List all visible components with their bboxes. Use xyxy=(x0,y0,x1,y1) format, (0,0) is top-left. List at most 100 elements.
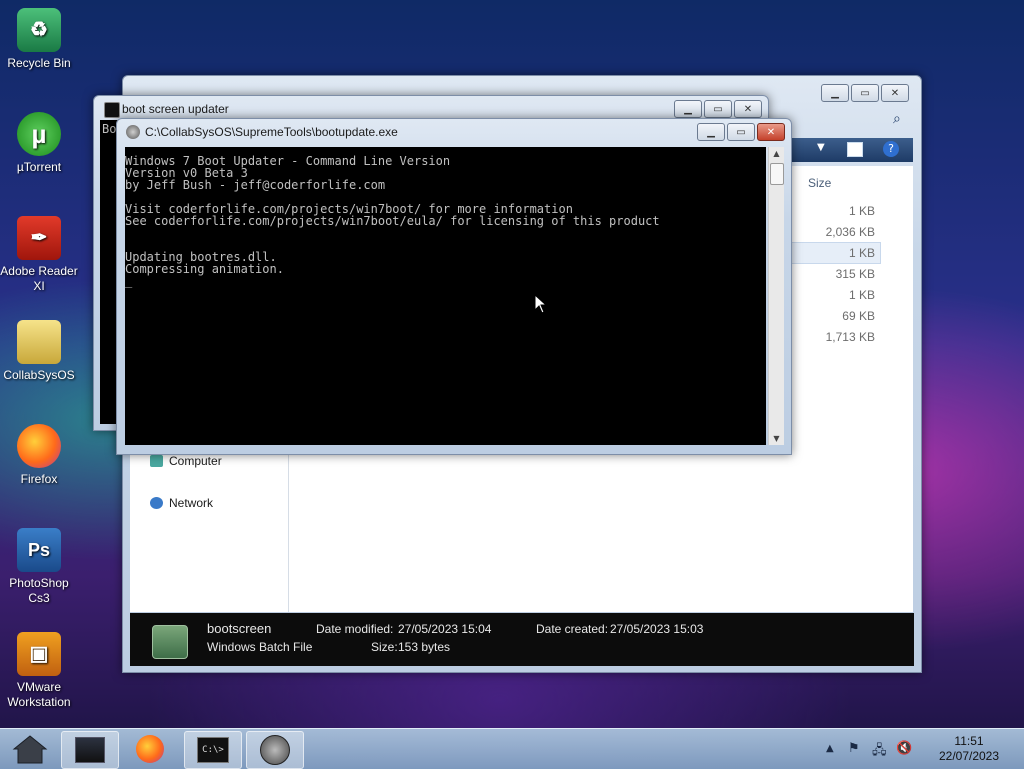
home-icon xyxy=(12,735,48,764)
date-created-value: 27/05/2023 15:03 xyxy=(610,622,704,636)
console-output[interactable]: Windows 7 Boot Updater - Command Line Ve… xyxy=(125,147,766,445)
console-line: _ xyxy=(125,274,133,288)
desktop-icon-label: VMware Workstation xyxy=(7,680,71,709)
console-text: Bo xyxy=(102,122,117,136)
taskbar-file-explorer[interactable] xyxy=(61,731,119,769)
navigation-pane: Computer Network xyxy=(130,446,289,612)
show-hidden-icons-icon[interactable]: ▲ xyxy=(826,743,834,754)
maximize-button[interactable]: ▭ xyxy=(851,84,879,102)
start-button[interactable] xyxy=(2,731,58,767)
nav-item-label: Computer xyxy=(169,454,222,468)
desktop-icon-recycle-bin[interactable]: ♻ Recycle Bin xyxy=(0,8,78,71)
size-label: Size: xyxy=(371,640,398,654)
mouse-cursor-icon xyxy=(534,294,548,314)
clock-date: 22/07/2023 xyxy=(938,749,1000,763)
file-explorer-icon xyxy=(75,737,105,763)
desktop-icon-photoshop[interactable]: Ps PhotoShop Cs3 xyxy=(0,528,78,606)
clock-time: 11:51 xyxy=(954,734,984,748)
date-modified-value: 27/05/2023 15:04 xyxy=(398,622,492,636)
desktop-icon-collabsysos[interactable]: CollabSysOS xyxy=(0,320,78,383)
desktop-icon-utorrent[interactable]: µ µTorrent xyxy=(0,112,78,175)
recycle-bin-icon: ♻ xyxy=(17,8,61,52)
date-created-label: Date created: xyxy=(536,622,609,636)
content-pane xyxy=(289,446,913,612)
desktop-icon-label: Adobe Reader XI xyxy=(0,264,78,293)
boot-updater-icon xyxy=(126,125,140,139)
view-options-icon[interactable]: ▼ xyxy=(817,142,825,153)
network-status-icon[interactable]: 🖧 xyxy=(872,741,887,763)
desktop-icon-label: PhotoShop Cs3 xyxy=(9,576,69,605)
maximize-button[interactable]: ▭ xyxy=(727,123,755,141)
desktop-icon-label: CollabSysOS xyxy=(3,368,75,382)
desktop-icon-label: µTorrent xyxy=(16,160,62,174)
action-center-flag-icon[interactable]: ⚑ xyxy=(848,741,860,756)
batch-file-icon xyxy=(152,625,188,659)
desktop-icon-adobe-reader[interactable]: ✒ Adobe Reader XI xyxy=(0,216,78,294)
command-prompt-icon xyxy=(104,102,120,118)
console-line: Compressing animation. xyxy=(125,262,284,276)
console-line: See coderforlife.com/projects/win7boot/e… xyxy=(125,214,660,228)
explorer-toolbar: ▼ ? xyxy=(791,138,913,162)
firefox-icon xyxy=(17,424,61,468)
photoshop-icon: Ps xyxy=(17,528,61,572)
desktop-icon-firefox[interactable]: Firefox xyxy=(0,424,78,487)
bootupdate-console-window[interactable]: C:\CollabSysOS\SupremeTools\bootupdate.e… xyxy=(116,118,792,455)
preview-pane-icon[interactable] xyxy=(847,142,863,157)
file-size: 1,713 KB xyxy=(825,330,875,344)
vertical-scrollbar[interactable]: ▲ ▼ xyxy=(768,147,784,445)
file-size: 1 KB xyxy=(848,246,875,260)
details-filename: bootscreen xyxy=(207,621,272,636)
window-controls: ▁ ▭ ✕ xyxy=(821,84,909,102)
details-pane: bootscreen Windows Batch File Date modif… xyxy=(130,613,914,666)
nav-item-label: Network xyxy=(169,496,214,510)
desktop-icon-label: Firefox xyxy=(20,472,58,486)
computer-icon xyxy=(150,455,163,467)
taskbar: C:\> ▲ ⚑ 🖧 🔇 11:51 22/07/2023 xyxy=(0,728,1024,769)
taskbar-command-prompt[interactable]: C:\> xyxy=(184,731,242,769)
file-size: 69 KB xyxy=(842,309,875,323)
scrollbar-thumb[interactable] xyxy=(770,163,784,185)
date-modified-label: Date modified: xyxy=(316,622,394,636)
console-line: by Jeff Bush - jeff@coderforlife.com xyxy=(125,178,386,192)
folder-icon xyxy=(17,320,61,364)
boot-updater-icon xyxy=(260,735,290,765)
window-controls: ▁ ▭ ✕ xyxy=(697,123,785,141)
size-column-header[interactable]: Size xyxy=(808,176,831,190)
adobe-reader-icon: ✒ xyxy=(17,216,61,260)
command-prompt-icon: C:\> xyxy=(197,737,229,763)
firefox-icon xyxy=(136,735,164,763)
minimize-button[interactable]: ▁ xyxy=(674,100,702,118)
file-size: 315 KB xyxy=(835,267,875,281)
clock[interactable]: 11:51 22/07/2023 xyxy=(924,734,1014,764)
file-size: 1 KB xyxy=(848,288,875,302)
console-text: Windows 7 Boot Updater - Command Line Ve… xyxy=(125,147,766,287)
help-icon[interactable]: ? xyxy=(883,141,899,157)
window-title: C:\CollabSysOS\SupremeTools\bootupdate.e… xyxy=(145,125,398,139)
size-value: 153 bytes xyxy=(398,640,451,654)
minimize-button[interactable]: ▁ xyxy=(697,123,725,141)
desktop-icon-label: Recycle Bin xyxy=(7,56,71,70)
scroll-down-icon[interactable]: ▼ xyxy=(769,434,784,443)
taskbar-firefox[interactable] xyxy=(122,731,178,767)
volume-muted-icon[interactable]: 🔇 xyxy=(896,741,912,756)
close-button[interactable]: ✕ xyxy=(734,100,762,118)
network-icon xyxy=(150,497,163,509)
nav-item-network[interactable]: Network xyxy=(150,496,213,510)
taskbar-boot-updater[interactable] xyxy=(246,731,304,769)
details-filetype: Windows Batch File xyxy=(207,640,313,654)
scroll-up-icon[interactable]: ▲ xyxy=(769,149,784,158)
desktop-icon-vmware[interactable]: ▣ VMware Workstation xyxy=(0,632,78,710)
maximize-button[interactable]: ▭ xyxy=(704,100,732,118)
vmware-icon: ▣ xyxy=(17,632,61,676)
file-size: 1 KB xyxy=(848,204,875,218)
file-size: 2,036 KB xyxy=(825,225,875,239)
minimize-button[interactable]: ▁ xyxy=(821,84,849,102)
close-button[interactable]: ✕ xyxy=(881,84,909,102)
close-button[interactable]: ✕ xyxy=(757,123,785,141)
utorrent-icon: µ xyxy=(17,112,61,156)
window-title: boot screen updater xyxy=(122,102,229,116)
search-icon[interactable]: ⌕ xyxy=(893,111,901,127)
window-controls: ▁ ▭ ✕ xyxy=(674,100,762,118)
nav-item-computer[interactable]: Computer xyxy=(150,454,222,468)
